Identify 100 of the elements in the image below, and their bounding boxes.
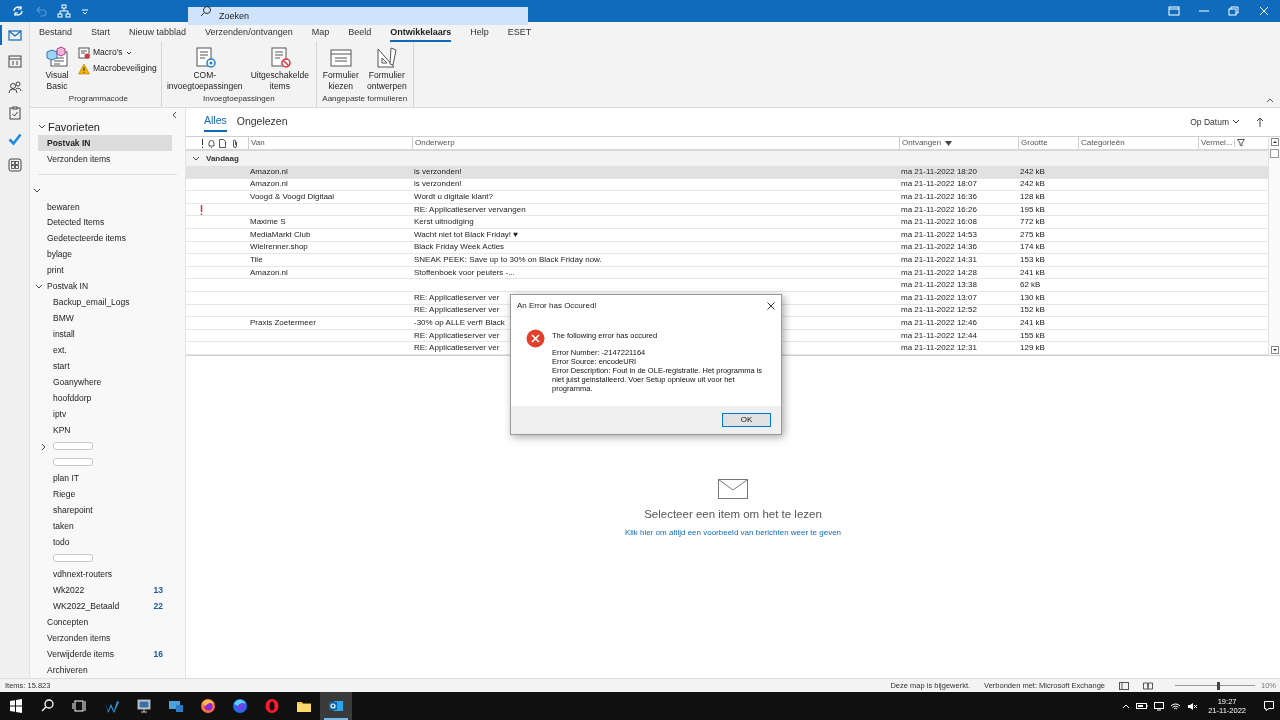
collapse-pane-icon[interactable] xyxy=(172,111,177,119)
folder-item[interactable]: BMW xyxy=(53,312,74,326)
reminder-icon[interactable] xyxy=(207,138,216,148)
folder-item[interactable]: hoofddorp xyxy=(53,392,92,405)
computer-icon[interactable] xyxy=(136,698,152,714)
windows-icon[interactable] xyxy=(8,698,24,714)
folder-item[interactable]: Postvak IN xyxy=(38,135,172,151)
filter-tab[interactable]: Ongelezen xyxy=(236,112,288,132)
folder-item[interactable]: print xyxy=(47,264,64,278)
attachment-icon[interactable] xyxy=(232,138,238,148)
message-row[interactable]: Wielrenner.shop Black Friday Week Acties ma 21-11-2022 14:36 174 kB xyxy=(186,241,1268,255)
ribbon-button[interactable]: Formulier kiezen xyxy=(320,46,361,93)
normal-view-icon[interactable] xyxy=(1119,681,1129,690)
zoom-slider[interactable] xyxy=(1175,681,1255,690)
folder-item[interactable]: vdhnext-routers xyxy=(53,567,113,581)
firefox-dev-icon[interactable] xyxy=(232,698,248,714)
notification-icon[interactable] xyxy=(1264,701,1274,711)
chevron-right-icon[interactable] xyxy=(41,443,47,452)
chevron-up-icon[interactable] xyxy=(1122,703,1131,709)
column-header[interactable]: Ontvangen xyxy=(902,137,942,149)
restore-icon[interactable] xyxy=(1228,6,1240,16)
ribbon-tab[interactable]: Map xyxy=(311,22,330,42)
speaker-muted-icon[interactable] xyxy=(1187,701,1199,711)
message-row[interactable]: RE: Applicatieserver vervangen ma 21-11-2022 16:26 195 kB xyxy=(186,203,1268,217)
mail-icon[interactable] xyxy=(7,28,22,42)
sort-direction-icon[interactable] xyxy=(1256,116,1264,128)
folder-item[interactable]: bewaren xyxy=(47,200,80,214)
sort-dropdown[interactable]: Op Datum xyxy=(1190,115,1240,129)
folder-item[interactable]: KPN xyxy=(53,424,71,437)
compact-mode-icon[interactable] xyxy=(1168,6,1180,16)
ribbon-tab[interactable]: Verzenden/ontvangen xyxy=(205,22,293,42)
ribbon-button[interactable]: Macrobeveiliging xyxy=(78,62,157,75)
scrollbar[interactable] xyxy=(1268,137,1280,355)
importance-icon[interactable] xyxy=(201,138,204,148)
column-header[interactable]: Grootte xyxy=(1021,137,1048,149)
folder-item[interactable]: taken xyxy=(53,519,74,533)
folder-item[interactable]: Verzonden items xyxy=(47,631,111,645)
column-header[interactable]: Categorieën xyxy=(1081,137,1125,149)
folder-item[interactable]: bylage xyxy=(47,248,73,262)
chevron-down-icon[interactable] xyxy=(192,155,200,162)
calendar-icon[interactable] xyxy=(7,54,22,68)
monitor-icon[interactable] xyxy=(168,698,184,714)
message-row[interactable]: MediaMarkt Club Wacht niet tot Black Friday! ♥ ma 21-11-2022 14:53 275 kB xyxy=(186,228,1268,242)
wifi-icon[interactable] xyxy=(1170,701,1182,711)
ribbon-button[interactable]: Formulier ontwerpen xyxy=(364,46,409,93)
scroll-thumb[interactable] xyxy=(1270,149,1279,158)
battery-icon[interactable] xyxy=(1136,702,1149,710)
w-logo-icon[interactable] xyxy=(104,698,120,714)
ribbon-tab[interactable]: Beeld xyxy=(348,22,372,42)
outlook-icon[interactable] xyxy=(328,698,344,714)
search-field[interactable]: Zoeken xyxy=(188,7,528,25)
filter-tab[interactable]: Alles xyxy=(204,112,227,132)
ribbon-tab[interactable]: Nieuw tabblad xyxy=(129,22,187,42)
document-icon[interactable] xyxy=(219,138,226,148)
folder-item[interactable]: Goanywhere xyxy=(53,376,102,389)
folder-item[interactable]: Archiveren xyxy=(47,663,88,677)
column-header[interactable]: Vermel... xyxy=(1201,137,1233,149)
message-row[interactable]: Tile SNEAK PEEK: Save up to 30% on Black Friday now. ma 21-11-2022 14:31 153 kB xyxy=(186,254,1268,267)
apps-icon[interactable] xyxy=(7,158,22,172)
sync-icon[interactable] xyxy=(11,4,25,18)
search-icon[interactable] xyxy=(40,698,56,714)
folder-item[interactable]: plan IT xyxy=(53,472,79,485)
ribbon-tab[interactable]: ESET xyxy=(507,22,532,42)
display-icon[interactable] xyxy=(1154,701,1165,711)
checkmark-icon[interactable] xyxy=(7,132,22,146)
message-row[interactable]: Amazon.nl Stoffenboek voor peuters -... ma 21-11-2022 14:28 241 kB xyxy=(186,266,1268,280)
folder-item[interactable]: Riege xyxy=(53,487,76,501)
message-row[interactable]: Voogd & Voogd Digitaal Wordt u digitale klant? ma 21-11-2022 16:36 128 kB xyxy=(186,191,1268,204)
folder-item[interactable]: ext. xyxy=(53,344,67,357)
message-row[interactable]: Maxime S Kerst uitnodiging ma 21-11-2022 16:08 772 kB xyxy=(186,216,1268,229)
group-header[interactable]: Vandaag xyxy=(206,152,239,165)
message-row[interactable]: ma 21-11-2022 13:38 62 kB xyxy=(186,279,1268,292)
folder-item[interactable]: start xyxy=(53,360,70,373)
message-row[interactable]: Amazon.nl is verzonden! ma 21-11-2022 18:20 242 kB xyxy=(186,166,1268,179)
filter-icon[interactable] xyxy=(1234,139,1245,147)
ribbon-button[interactable]: Macro's xyxy=(78,46,157,59)
chevron-down-icon[interactable] xyxy=(38,124,46,130)
folder-item[interactable]: Gedetecteerde items xyxy=(47,232,126,246)
folder-item[interactable]: WK2022_Betaald xyxy=(53,599,120,613)
task-view-icon[interactable] xyxy=(72,698,88,714)
ribbon-tab[interactable]: Bestand xyxy=(39,22,73,42)
ribbon-button[interactable]: Uitgeschakelde items xyxy=(247,46,312,93)
reading-view-icon[interactable] xyxy=(1143,681,1153,690)
ribbon-button[interactable]: Visual Basic xyxy=(40,46,74,93)
clipboard-icon[interactable] xyxy=(7,106,22,120)
ribbon-button[interactable]: COM-invoegtoepassingen xyxy=(165,46,244,93)
collapse-ribbon-icon[interactable] xyxy=(1266,97,1274,103)
folder-item[interactable]: Postvak IN xyxy=(47,280,89,294)
folder-item[interactable]: Verwijderde items xyxy=(47,647,115,661)
scroll-down-icon[interactable] xyxy=(1270,346,1279,354)
folder-item[interactable]: iptv xyxy=(53,408,67,421)
folder-item[interactable]: Verzonden items xyxy=(38,150,172,167)
folder-item[interactable]: Wk2022 xyxy=(53,583,85,597)
people-icon[interactable] xyxy=(7,80,22,94)
ok-button[interactable]: OK xyxy=(722,413,771,427)
ribbon-tab[interactable]: Start xyxy=(91,22,111,42)
firefox-icon[interactable] xyxy=(200,698,216,714)
opera-icon[interactable] xyxy=(264,698,280,714)
folder-item[interactable]: Backup_email_Logs xyxy=(53,296,130,310)
message-row[interactable]: Amazon.nl is verzonden! ma 21-11-2022 18:07 242 kB xyxy=(186,178,1268,192)
